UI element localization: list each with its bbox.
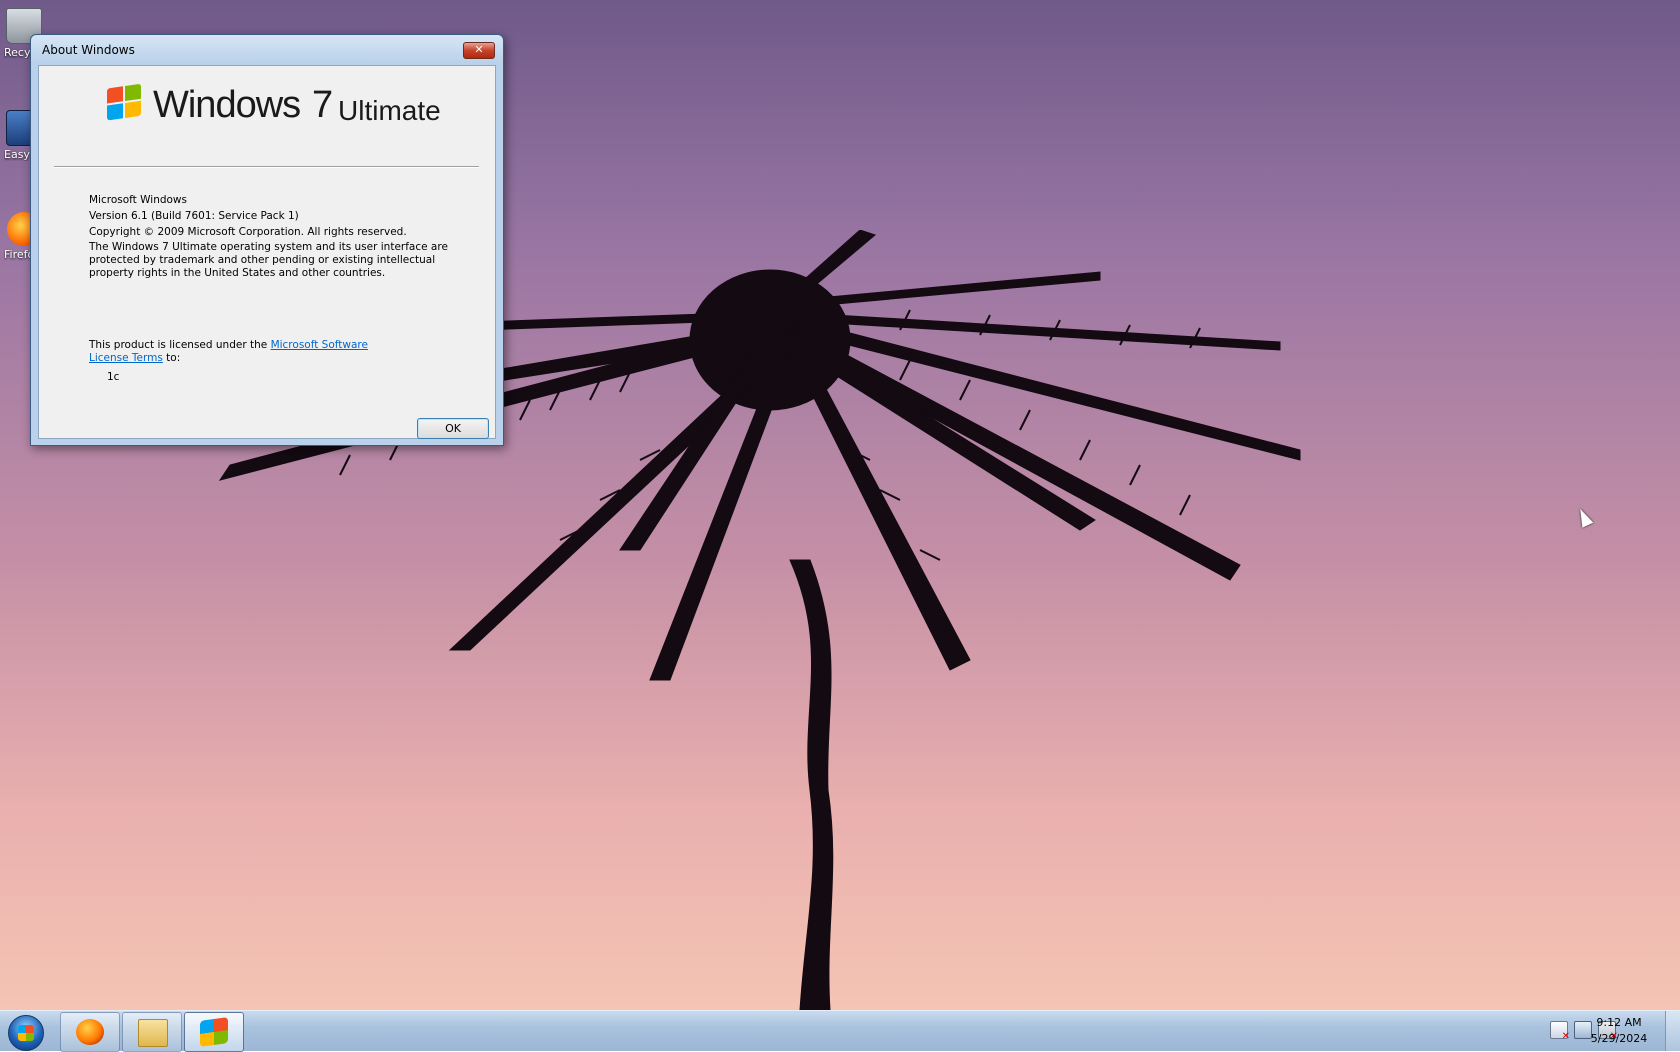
license-statement: This product is licensed under the Micro… (89, 339, 409, 365)
action-center-flag-icon[interactable] (1550, 1021, 1570, 1042)
clock[interactable]: 9:12 AM 5/29/2024 (1584, 1015, 1654, 1047)
start-orb-icon (8, 1015, 44, 1051)
clock-date: 5/29/2024 (1590, 1032, 1648, 1045)
license-suffix: to: (162, 352, 181, 364)
taskbar: 9:12 AM 5/29/2024 (0, 1010, 1680, 1052)
product-name: Microsoft Windows (89, 194, 187, 206)
dialog-title-bar[interactable]: About Windows ✕ (31, 35, 503, 63)
divider (54, 166, 479, 168)
about-windows-dialog: About Windows ✕ Windows 7 Ultimate Micro… (30, 34, 504, 446)
license-prefix: This product is licensed under the (89, 339, 271, 351)
taskbar-windows-explorer[interactable] (122, 1012, 182, 1052)
start-button[interactable] (4, 1013, 48, 1051)
firefox-icon (76, 1019, 104, 1045)
copyright-text: Copyright © 2009 Microsoft Corporation. … (89, 226, 407, 238)
close-button[interactable]: ✕ (463, 42, 495, 59)
licensee-name: 1c (107, 371, 120, 383)
brand-name: Windows (153, 84, 301, 126)
brand-version: 7 (312, 84, 334, 126)
windows-flag-icon (107, 83, 143, 122)
taskbar-about-windows[interactable] (184, 1012, 244, 1052)
legal-text: The Windows 7 Ultimate operating system … (89, 241, 448, 279)
mouse-cursor-icon (1574, 506, 1594, 528)
folder-icon (138, 1019, 168, 1047)
dialog-title: About Windows (42, 43, 135, 57)
taskbar-firefox[interactable] (60, 1012, 120, 1052)
clock-time: 9:12 AM (1596, 1016, 1642, 1029)
windows-flag-icon (200, 1017, 228, 1047)
desktop: Recycle Bin Easy Firefox About Windows ✕… (0, 0, 1680, 1010)
version-text: Version 6.1 (Build 7601: Service Pack 1) (89, 210, 299, 222)
ok-button[interactable]: OK (417, 418, 489, 439)
show-desktop-button[interactable] (1665, 1011, 1680, 1051)
version-info: Microsoft Windows Version 6.1 (Build 760… (89, 192, 459, 280)
brand-edition: Ultimate (338, 95, 441, 126)
dialog-client-area: Windows 7 Ultimate Microsoft Windows Ver… (38, 65, 496, 439)
